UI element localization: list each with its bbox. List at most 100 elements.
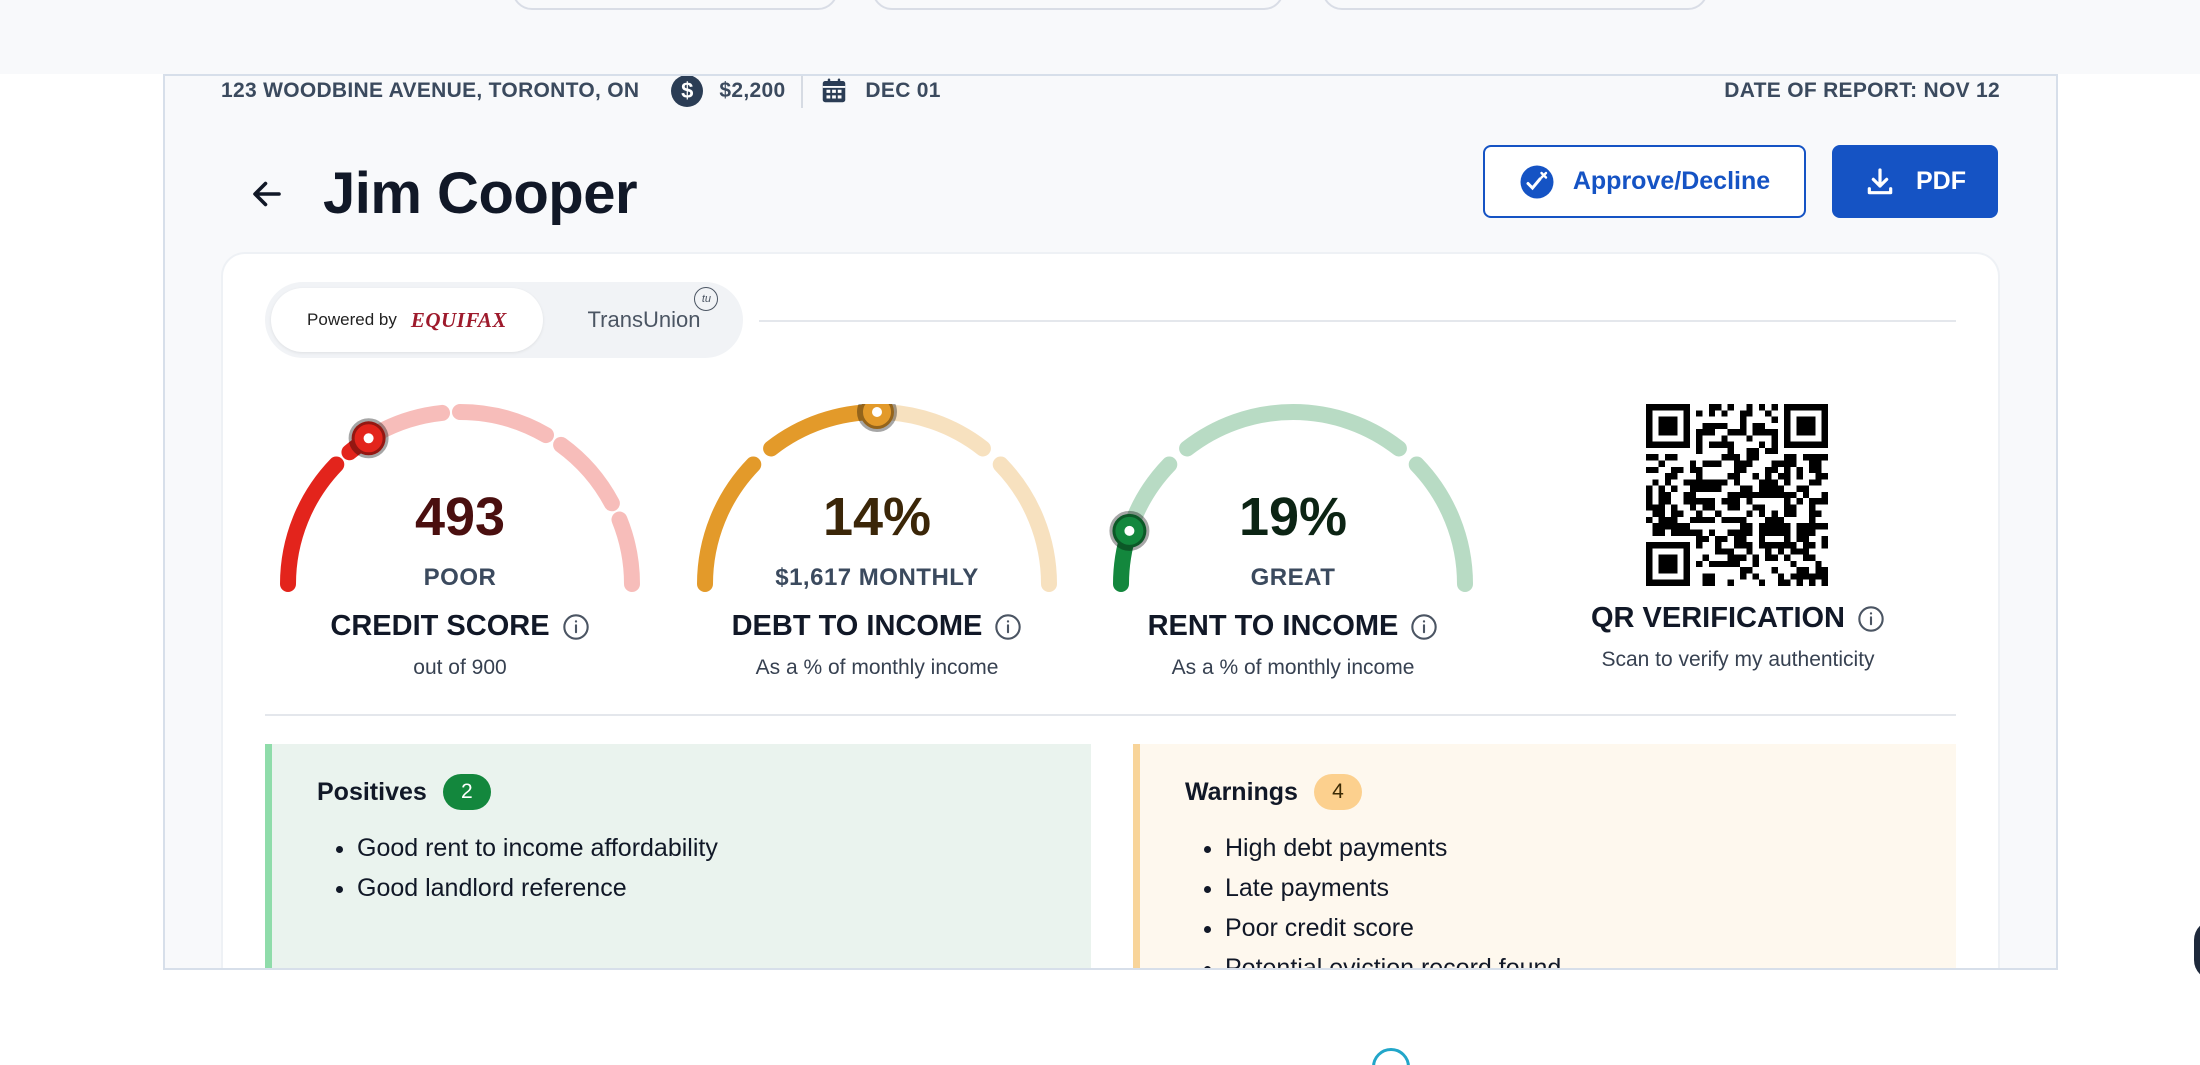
back-button[interactable] <box>245 172 289 216</box>
qr-module <box>1652 479 1659 486</box>
qr-module <box>1664 441 1672 448</box>
rent-to-income-caption: As a % of monthly income <box>1171 656 1415 679</box>
pdf-download-button[interactable]: PDF <box>1832 145 1998 218</box>
positives-count-badge: 2 <box>442 774 491 810</box>
qr-module <box>1683 542 1690 549</box>
qr-module <box>1671 466 1678 474</box>
qr-module <box>1821 454 1828 461</box>
report-meta-row: 123 WOODBINE AVENUE, TORONTO, ON $ $2,20… <box>221 76 2000 108</box>
debt-to-income-title-text: DEBT TO INCOME <box>731 610 983 642</box>
qr-module <box>1746 529 1753 536</box>
qr-module <box>1696 510 1703 517</box>
qr-module <box>1683 410 1690 417</box>
qr-module <box>1683 567 1690 574</box>
qr-module <box>1664 422 1672 430</box>
qr-module <box>1671 579 1678 586</box>
qr-module <box>1727 429 1734 436</box>
qr-module <box>1646 454 1653 461</box>
qr-module <box>1733 516 1741 524</box>
info-icon[interactable] <box>1410 613 1438 641</box>
qr-module <box>1796 416 1803 423</box>
qr-module <box>1658 567 1665 574</box>
qr-module <box>1740 429 1747 436</box>
qr-module <box>1689 491 1697 499</box>
clock-icon[interactable] <box>1372 1048 1410 1065</box>
qr-module <box>1708 460 1716 467</box>
info-icon[interactable] <box>1857 605 1885 633</box>
qr-module <box>1721 498 1728 505</box>
qr-module <box>1796 422 1803 430</box>
qr-module <box>1746 542 1753 549</box>
qr-module <box>1733 466 1741 474</box>
qr-module <box>1777 491 1785 499</box>
info-icon[interactable] <box>562 613 590 641</box>
qr-module <box>1664 579 1672 586</box>
qr-module <box>1771 479 1778 486</box>
approve-decline-button[interactable]: Approve/Decline <box>1483 145 1806 218</box>
provider-tab-equifax[interactable]: Powered by EQUIFAX <box>271 288 543 352</box>
property-address: 123 WOODBINE AVENUE, TORONTO, ON <box>221 79 640 102</box>
qr-module <box>1815 473 1822 480</box>
qr-module <box>1784 422 1791 430</box>
qr-module <box>1727 579 1734 586</box>
qr-module <box>1790 548 1797 555</box>
qr-module <box>1683 560 1690 568</box>
qr-module <box>1677 542 1684 549</box>
credit-score-rating: POOR <box>423 564 497 591</box>
top-tab-1[interactable] <box>512 0 838 10</box>
qr-module <box>1765 529 1772 536</box>
qr-module <box>1702 460 1709 467</box>
qr-module <box>1784 535 1791 543</box>
qr-module <box>1658 516 1665 524</box>
qr-module <box>1671 529 1678 536</box>
qr-module <box>1809 529 1816 536</box>
list-item: High debt payments <box>1225 828 1911 868</box>
qr-module <box>1815 567 1822 574</box>
qr-module <box>1715 485 1722 492</box>
gauge-segment <box>1179 404 1407 457</box>
provider-tab-transunion[interactable]: TransUnion tu <box>551 287 737 352</box>
qr-module <box>1708 429 1716 436</box>
qr-module <box>1752 554 1759 561</box>
qr-module <box>1765 516 1772 524</box>
rent-to-income-value: 19% <box>1238 487 1348 547</box>
qr-module <box>1796 523 1803 530</box>
qr-module <box>1658 529 1665 536</box>
qr-module <box>1646 498 1653 505</box>
qr-module <box>1796 473 1803 480</box>
credit-score-metric: 493 POOR CREDIT SCORE out of 900 <box>265 404 655 679</box>
qr-module <box>1683 529 1690 536</box>
qr-module <box>1671 510 1678 517</box>
qr-module <box>1765 479 1772 486</box>
qr-module <box>1771 429 1778 436</box>
qr-module <box>1696 498 1703 505</box>
qr-module <box>1746 404 1753 411</box>
qr-module <box>1683 491 1690 499</box>
qr-module <box>1733 460 1741 467</box>
qr-module <box>1733 535 1741 543</box>
qr-module <box>1802 523 1810 530</box>
qr-module <box>1671 504 1678 511</box>
qr-module <box>1733 554 1741 561</box>
qr-module <box>1821 535 1828 543</box>
qr-module <box>1652 404 1659 411</box>
top-tab-3[interactable] <box>1322 0 1708 10</box>
meta-divider <box>801 76 804 108</box>
chat-launcher[interactable] <box>2194 920 2200 980</box>
qr-code[interactable] <box>1642 404 1832 586</box>
top-tab-2[interactable] <box>872 0 1284 10</box>
list-item: Good rent to income affordability <box>357 828 1046 868</box>
qr-module <box>1784 429 1791 436</box>
qr-module <box>1777 579 1785 586</box>
qr-module <box>1765 523 1772 530</box>
qr-module <box>1671 523 1678 530</box>
qr-module <box>1721 535 1728 543</box>
move-in-value: DEC 01 <box>865 79 941 102</box>
qr-module <box>1664 479 1672 486</box>
tenant-report: 123 WOODBINE AVENUE, TORONTO, ON $ $2,20… <box>163 74 2058 970</box>
qr-module <box>1708 410 1716 417</box>
qr-module <box>1733 491 1741 499</box>
info-icon[interactable] <box>994 613 1022 641</box>
qr-module <box>1790 560 1797 568</box>
qr-module <box>1646 441 1653 448</box>
